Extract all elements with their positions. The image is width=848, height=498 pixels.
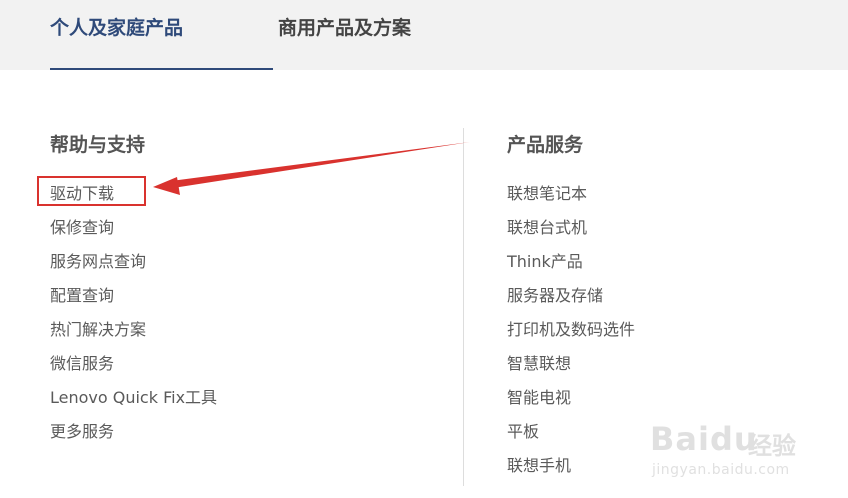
watermark-url: jingyan.baidu.com: [652, 462, 790, 478]
baidu-logo: Baidu: [650, 420, 758, 458]
baidu-jingyan-watermark: Baidu 经验 jingyan.baidu.com: [650, 420, 810, 486]
jingyan-brand: 经验: [748, 432, 796, 460]
